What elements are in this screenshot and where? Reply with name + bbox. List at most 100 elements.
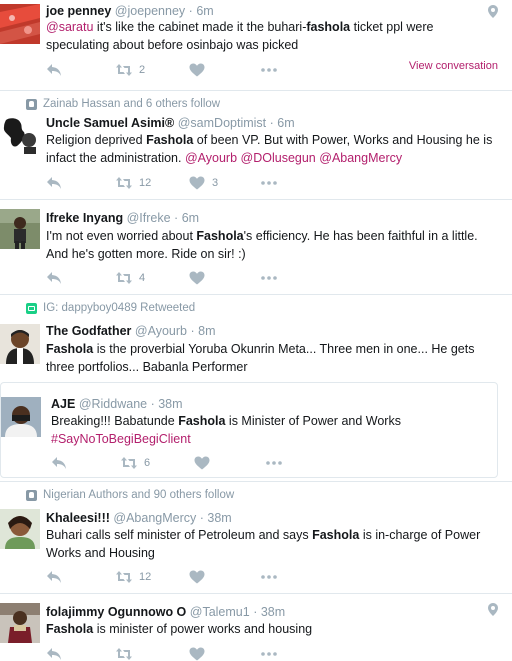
tweet-item[interactable]: IG: dappyboy0489 Retweeted The Godfather… — [0, 296, 512, 482]
tweet-item[interactable]: joe penney @joepenney · 6m @saratu it's … — [0, 0, 512, 91]
tweet-header: Ifreke Inyang @Ifreke · 6m — [46, 211, 199, 225]
mention-link[interactable]: @Ayourb — [185, 151, 237, 165]
location-pin-icon[interactable] — [488, 5, 498, 18]
reply-button[interactable] — [46, 647, 62, 661]
follow-icon — [26, 98, 37, 110]
retweet-button[interactable]: 12 — [116, 176, 151, 190]
mention-link[interactable]: #SayNoToBegiBegiClient — [51, 432, 191, 446]
reply-button[interactable] — [46, 570, 62, 584]
more-button[interactable] — [261, 271, 277, 285]
author-name[interactable]: Ifreke Inyang — [46, 211, 123, 225]
more-icon — [261, 276, 277, 280]
location-pin-icon[interactable] — [488, 603, 498, 616]
retweet-count: 4 — [139, 272, 146, 284]
reply-button[interactable] — [51, 456, 67, 470]
separator: · — [253, 605, 258, 619]
separator: · — [199, 511, 204, 525]
timestamp[interactable]: 38m — [158, 397, 182, 411]
tweet-text-segment: it's like the cabinet made it the buhari… — [93, 20, 307, 34]
retweet-button[interactable]: 12 — [116, 570, 151, 584]
like-button[interactable] — [194, 456, 210, 470]
nested-tweet[interactable]: AJE @Riddwane · 38m Breaking!!! Babatund… — [0, 382, 498, 478]
retweet-icon — [116, 272, 132, 284]
more-button[interactable] — [261, 176, 277, 190]
tweet-item[interactable]: folajimmy Ogunnowo O @Talemu1 · 38m Fash… — [0, 595, 512, 661]
retweet-button[interactable]: 4 — [116, 271, 145, 285]
more-button[interactable] — [266, 456, 282, 470]
tweet-text: Breaking!!! Babatunde Fashola is Ministe… — [51, 413, 481, 448]
like-button[interactable]: 3 — [189, 176, 218, 190]
reply-button[interactable] — [46, 271, 62, 285]
more-button[interactable] — [261, 570, 277, 584]
timestamp[interactable]: 8m — [198, 324, 215, 338]
author-name[interactable]: joe penney — [46, 4, 111, 18]
author-handle[interactable]: @samDoptimist — [178, 116, 266, 130]
timestamp[interactable]: 38m — [261, 605, 285, 619]
author-handle[interactable]: @joepenney — [115, 4, 185, 18]
tweet-header: joe penney @joepenney · 6m — [46, 4, 214, 18]
retweet-button[interactable]: 6 — [121, 456, 150, 470]
tweet-item[interactable]: Nigerian Authors and 90 others follow Kh… — [0, 483, 512, 594]
timestamp[interactable]: 38m — [207, 511, 231, 525]
retweet-button[interactable]: 2 — [116, 63, 145, 77]
reply-icon — [47, 571, 61, 583]
avatar[interactable] — [0, 4, 40, 44]
tweet-text-segment: Breaking!!! Babatunde — [51, 414, 179, 428]
more-button[interactable] — [261, 647, 277, 661]
tweet-actions — [46, 647, 512, 661]
separator: · — [150, 397, 155, 411]
social-context[interactable]: Zainab Hassan and 6 others follow — [26, 98, 220, 110]
like-button[interactable] — [189, 647, 205, 661]
avatar[interactable] — [0, 603, 40, 643]
reply-button[interactable] — [46, 63, 62, 77]
tweet-text-segment: I'm not even worried about — [46, 229, 197, 243]
timestamp[interactable]: 6m — [196, 4, 213, 18]
author-handle[interactable]: @Ayourb — [135, 324, 187, 338]
mention-link[interactable]: @AbangMercy — [319, 151, 402, 165]
author-handle[interactable]: @Riddwane — [79, 397, 147, 411]
author-name[interactable]: Uncle Samuel Asimi® — [46, 116, 174, 130]
timestamp[interactable]: 6m — [277, 116, 294, 130]
tweet-text-segment: is the proverbial Yoruba Okunrin Meta...… — [46, 342, 475, 374]
social-context[interactable]: IG: dappyboy0489 Retweeted — [26, 302, 195, 314]
heart-icon — [189, 570, 205, 584]
tweet-actions: 12 3 — [46, 176, 512, 192]
retweet-icon — [116, 177, 132, 189]
retweet-button[interactable] — [116, 647, 132, 661]
author-name[interactable]: folajimmy Ogunnowo O — [46, 605, 186, 619]
view-conversation-link[interactable]: View conversation — [409, 60, 498, 72]
mention-link[interactable]: @DOlusegun — [241, 151, 316, 165]
social-context[interactable]: Nigerian Authors and 90 others follow — [26, 489, 234, 501]
more-button[interactable] — [261, 63, 277, 77]
avatar[interactable] — [0, 509, 40, 549]
tweet-actions: 6 — [51, 456, 497, 472]
author-name[interactable]: Khaleesi!!! — [46, 511, 110, 525]
author-handle[interactable]: @Talemu1 — [190, 605, 250, 619]
tweet-text: Buhari calls self minister of Petroleum … — [46, 527, 496, 562]
avatar[interactable] — [0, 324, 40, 364]
avatar[interactable] — [0, 209, 40, 249]
author-handle[interactable]: @AbangMercy — [113, 511, 196, 525]
tweet-text-segment: is Minister of Power and Works — [225, 414, 401, 428]
avatar[interactable] — [1, 397, 41, 437]
author-handle[interactable]: @Ifreke — [127, 211, 171, 225]
retweet-count: 2 — [139, 64, 146, 76]
reply-button[interactable] — [46, 176, 62, 190]
like-button[interactable] — [189, 271, 205, 285]
tweet-item[interactable]: Zainab Hassan and 6 others follow Uncle … — [0, 92, 512, 200]
search-highlight: fashola — [306, 20, 351, 34]
tweet-header: AJE @Riddwane · 38m — [51, 397, 183, 411]
author-name[interactable]: The Godfather — [46, 324, 131, 338]
like-button[interactable] — [189, 63, 205, 77]
mention-link[interactable]: @saratu — [46, 20, 93, 34]
timestamp[interactable]: 6m — [182, 211, 199, 225]
tweet-item[interactable]: Ifreke Inyang @Ifreke · 6m I'm not even … — [0, 201, 512, 295]
tweet-actions: 4 — [46, 271, 512, 287]
search-highlight: Fashola — [146, 133, 194, 147]
author-name[interactable]: AJE — [51, 397, 75, 411]
like-button[interactable] — [189, 570, 205, 584]
search-highlight: Fashola — [312, 528, 360, 542]
avatar[interactable] — [0, 114, 40, 154]
tweet-header: folajimmy Ogunnowo O @Talemu1 · 38m — [46, 605, 285, 619]
reply-icon — [47, 177, 61, 189]
